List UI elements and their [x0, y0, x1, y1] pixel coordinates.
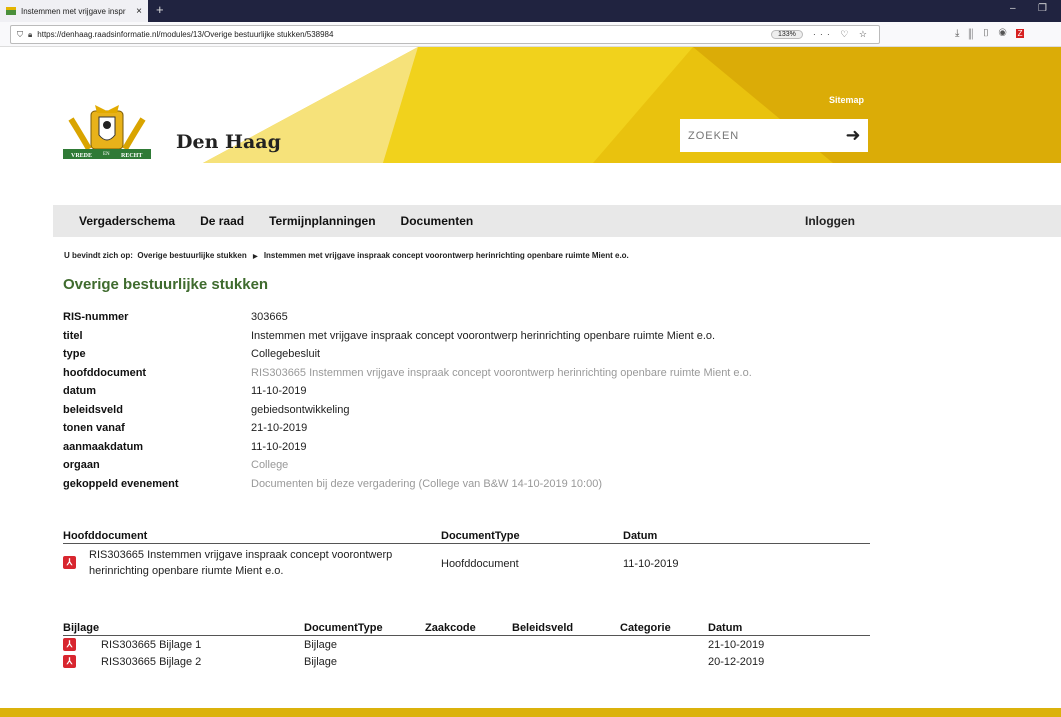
doc-type: Bijlage	[304, 639, 338, 651]
address-bar-row: ⛉ 🔒︎ https://denhaag.raadsinformatie.nl/…	[0, 22, 1061, 47]
nav-termijnplanningen[interactable]: Termijnplanningen	[269, 214, 375, 228]
detail-label: hoofddocument	[63, 366, 147, 379]
table-header: Bijlage DocumentType Zaakcode Beleidsvel…	[63, 620, 870, 636]
doc-date: 21-10-2019	[708, 639, 765, 651]
col-beleidsveld: Beleidsveld	[512, 622, 574, 634]
account-icon[interactable]: ◉	[999, 28, 1016, 39]
col-datum: Datum	[623, 530, 658, 542]
detail-label: orgaan	[63, 459, 100, 471]
col-categorie: Categorie	[620, 622, 671, 634]
url-text[interactable]: https://denhaag.raadsinformatie.nl/modul…	[37, 30, 771, 39]
breadcrumb-separator-icon: ▶	[252, 254, 258, 260]
table-row[interactable]: ⅄ RIS303665 Instemmen vrijgave inspraak …	[63, 544, 870, 584]
nav-de-raad[interactable]: De raad	[200, 214, 244, 228]
doc-type: Bijlage	[304, 656, 338, 668]
col-hoofddocument: Hoofddocument	[63, 530, 148, 542]
detail-value: 11-10-2019	[251, 440, 307, 453]
sitemap-link[interactable]: Sitemap	[829, 95, 864, 105]
browser-window: Instemmen met vrijgave inspr × + – ❐ ⛉ 🔒…	[0, 0, 1061, 717]
breadcrumb-current: Instemmen met vrijgave inspraak concept …	[263, 251, 629, 260]
detail-label: type	[63, 348, 86, 360]
main-nav: Vergaderschema De raad Termijnplanningen…	[53, 205, 1061, 237]
address-bar[interactable]: ⛉ 🔒︎ https://denhaag.raadsinformatie.nl/…	[10, 25, 880, 44]
evenement-link[interactable]: Documenten bij deze vergadering (College…	[251, 475, 602, 494]
toolbar-icons: ⤓⫼▯◉ Z	[955, 28, 1025, 39]
site-header: VREDE EN RECHT Den Haag Sitemap ➜	[53, 47, 1061, 163]
detail-value: 303665	[251, 311, 288, 323]
doc-date: 20-12-2019	[708, 656, 765, 668]
pdf-icon[interactable]: ⅄	[63, 655, 76, 668]
shield-icon[interactable]: ⛉	[17, 30, 23, 40]
browser-tab[interactable]: Instemmen met vrijgave inspr ×	[0, 0, 148, 22]
lock-icon[interactable]: 🔒︎	[28, 30, 32, 40]
doc-date: 11-10-2019	[623, 558, 679, 570]
detail-label: datum	[63, 385, 96, 397]
table-header: Hoofddocument DocumentType Datum	[63, 528, 870, 544]
minimize-button[interactable]: –	[1010, 3, 1016, 14]
breadcrumb-prefix: U bevindt zich op:	[64, 251, 133, 260]
detail-label: aanmaakdatum	[63, 440, 144, 453]
site-name[interactable]: Den Haag	[176, 131, 281, 153]
search-box: ➜	[680, 119, 868, 152]
tab-bar: Instemmen met vrijgave inspr × + – ❐	[0, 0, 1061, 22]
detail-label: gekoppeld evenement	[63, 477, 179, 490]
page-title: Overige bestuurlijke stukken	[63, 276, 269, 293]
detail-value: Instemmen met vrijgave inspraak concept …	[251, 329, 716, 342]
pdf-icon[interactable]: ⅄	[63, 556, 76, 569]
hoofddocument-link[interactable]: RIS303665 Instemmen vrijgave inspraak co…	[89, 547, 392, 579]
col-documenttype: DocumentType	[304, 622, 383, 634]
detail-label: beleidsveld	[63, 403, 123, 416]
search-input[interactable]	[688, 129, 838, 142]
sidebar-icon[interactable]: ▯	[982, 28, 999, 39]
orgaan-link[interactable]: College	[251, 456, 288, 475]
detail-value: Collegebesluit	[251, 348, 321, 360]
arrow-right-icon[interactable]: ➜	[838, 125, 868, 146]
hoofddocument-table: Hoofddocument DocumentType Datum ⅄ RIS30…	[63, 528, 870, 584]
col-zaakcode: Zaakcode	[425, 622, 476, 634]
detail-label: tonen vanaf	[63, 422, 125, 434]
bijlage-table: Bijlage DocumentType Zaakcode Beleidsvel…	[63, 620, 870, 672]
doc-name-line2[interactable]: herinrichting openbare riumte Mient e.o.	[89, 565, 283, 577]
nav-vergaderschema[interactable]: Vergaderschema	[79, 214, 175, 228]
bijlage-link[interactable]: RIS303665 Bijlage 1	[101, 639, 201, 651]
table-row[interactable]: ⅄ RIS303665 Bijlage 2 Bijlage 20-12-2019	[63, 654, 870, 672]
motto-left: VREDE	[71, 153, 92, 159]
nav-documenten[interactable]: Documenten	[401, 214, 474, 228]
hoofddocument-link[interactable]: RIS303665 Instemmen vrijgave inspraak co…	[251, 364, 752, 383]
doc-type: Hoofddocument	[441, 558, 519, 570]
detail-value: 21-10-2019	[251, 422, 308, 434]
restore-button[interactable]: ❐	[1038, 3, 1047, 14]
detail-label: RIS-nummer	[63, 311, 129, 323]
col-bijlage: Bijlage	[63, 622, 100, 634]
favicon-icon	[6, 7, 16, 15]
col-datum: Datum	[708, 622, 743, 634]
page-actions-icon[interactable]: ··· ♡ ☆	[813, 29, 871, 40]
footer-bar	[0, 708, 1061, 717]
bijlage-link[interactable]: RIS303665 Bijlage 2	[101, 656, 201, 668]
new-tab-button[interactable]: +	[156, 2, 164, 17]
tab-title: Instemmen met vrijgave inspr	[21, 6, 126, 16]
breadcrumb-level1[interactable]: Overige bestuurlijke stukken	[137, 251, 246, 260]
login-link[interactable]: Inloggen	[805, 214, 855, 228]
table-row[interactable]: ⅄ RIS303665 Bijlage 1 Bijlage 21-10-2019	[63, 636, 870, 654]
library-icon[interactable]: ⫼	[968, 28, 982, 39]
download-icon[interactable]: ⤓	[955, 28, 968, 39]
detail-label: titel	[63, 329, 83, 342]
tab-close-icon[interactable]: ×	[136, 6, 142, 17]
doc-name-line1[interactable]: RIS303665 Instemmen vrijgave inspraak co…	[89, 549, 392, 561]
zoom-level[interactable]: 133%	[770, 30, 803, 39]
col-documenttype: DocumentType	[441, 530, 520, 542]
detail-value: 11-10-2019	[251, 385, 307, 397]
motto-right: RECHT	[121, 153, 142, 159]
detail-value: gebiedsontwikkeling	[251, 403, 350, 416]
city-coat-of-arms-logo[interactable]: VREDE EN RECHT	[61, 105, 153, 163]
pdf-extension-icon[interactable]: Z	[1015, 29, 1025, 38]
breadcrumb: U bevindt zich op: Overige bestuurlijke …	[64, 251, 629, 260]
pdf-icon[interactable]: ⅄	[63, 638, 76, 651]
motto-mid: EN	[103, 152, 110, 157]
